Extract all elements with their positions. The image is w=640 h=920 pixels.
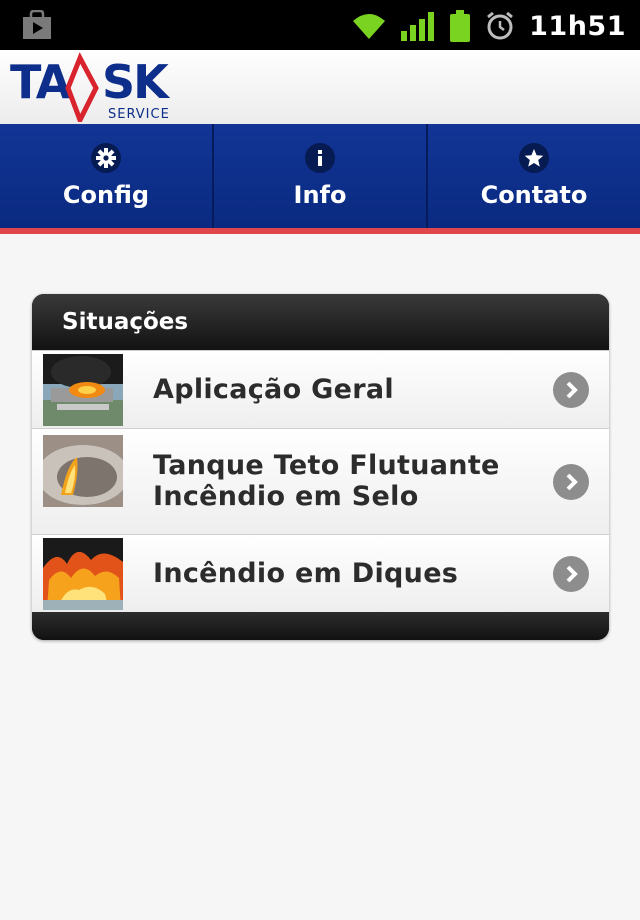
card-header: Situações (32, 294, 609, 350)
list-item-incendio-em-diques[interactable]: Incêndio em Diques (32, 534, 609, 612)
card-footer (32, 612, 609, 640)
svg-text:SERVICES: SERVICES (108, 107, 170, 122)
svg-text:SK: SK (102, 55, 170, 109)
tank-seal-fire-thumbnail (43, 435, 123, 507)
chevron-right-icon (553, 555, 589, 592)
nav-underline (0, 228, 640, 234)
chevron-right-icon (553, 371, 589, 408)
main-nav: Config Info Contato (0, 124, 640, 228)
alarm-icon (487, 11, 514, 40)
nav-contato[interactable]: Contato (428, 124, 640, 228)
refinery-fire-thumbnail (43, 354, 123, 426)
task-services-logo: TA SK SERVICES (10, 52, 170, 122)
gear-icon (91, 143, 121, 173)
status-bar: 11h51 (0, 0, 640, 50)
list-item-label: Incêndio em Diques (153, 557, 459, 589)
nav-label: Info (293, 181, 347, 209)
app-header: TA SK SERVICES (0, 50, 640, 124)
nav-info[interactable]: Info (214, 124, 428, 228)
nav-label: Config (62, 181, 150, 209)
svg-text:TA: TA (10, 55, 72, 109)
list-item-label-line2: Incêndio em Selo (153, 481, 419, 512)
card-title: Situações (62, 309, 189, 335)
list-item-aplicacao-geral[interactable]: Aplicação Geral (32, 350, 609, 428)
signal-icon (401, 12, 435, 41)
list-item-label: Aplicação Geral (153, 373, 394, 405)
dike-fire-thumbnail (43, 538, 123, 610)
list-item-tanque-teto-flutuante[interactable]: Tanque Teto Flutuante Incêndio em Selo (32, 428, 609, 534)
info-icon (305, 143, 335, 173)
clock-time: 11h51 (529, 10, 626, 42)
nav-config[interactable]: Config (0, 124, 214, 228)
battery-icon (450, 10, 471, 42)
situations-card: Situações Aplicação Geral Tanque Teto Fl… (32, 294, 609, 640)
wifi-icon (353, 14, 386, 39)
list-item-label-line1: Tanque Teto Flutuante (153, 450, 500, 481)
star-icon (519, 143, 549, 173)
chevron-right-icon (553, 463, 589, 500)
nav-label: Contato (480, 181, 588, 209)
play-store-icon (23, 10, 51, 39)
